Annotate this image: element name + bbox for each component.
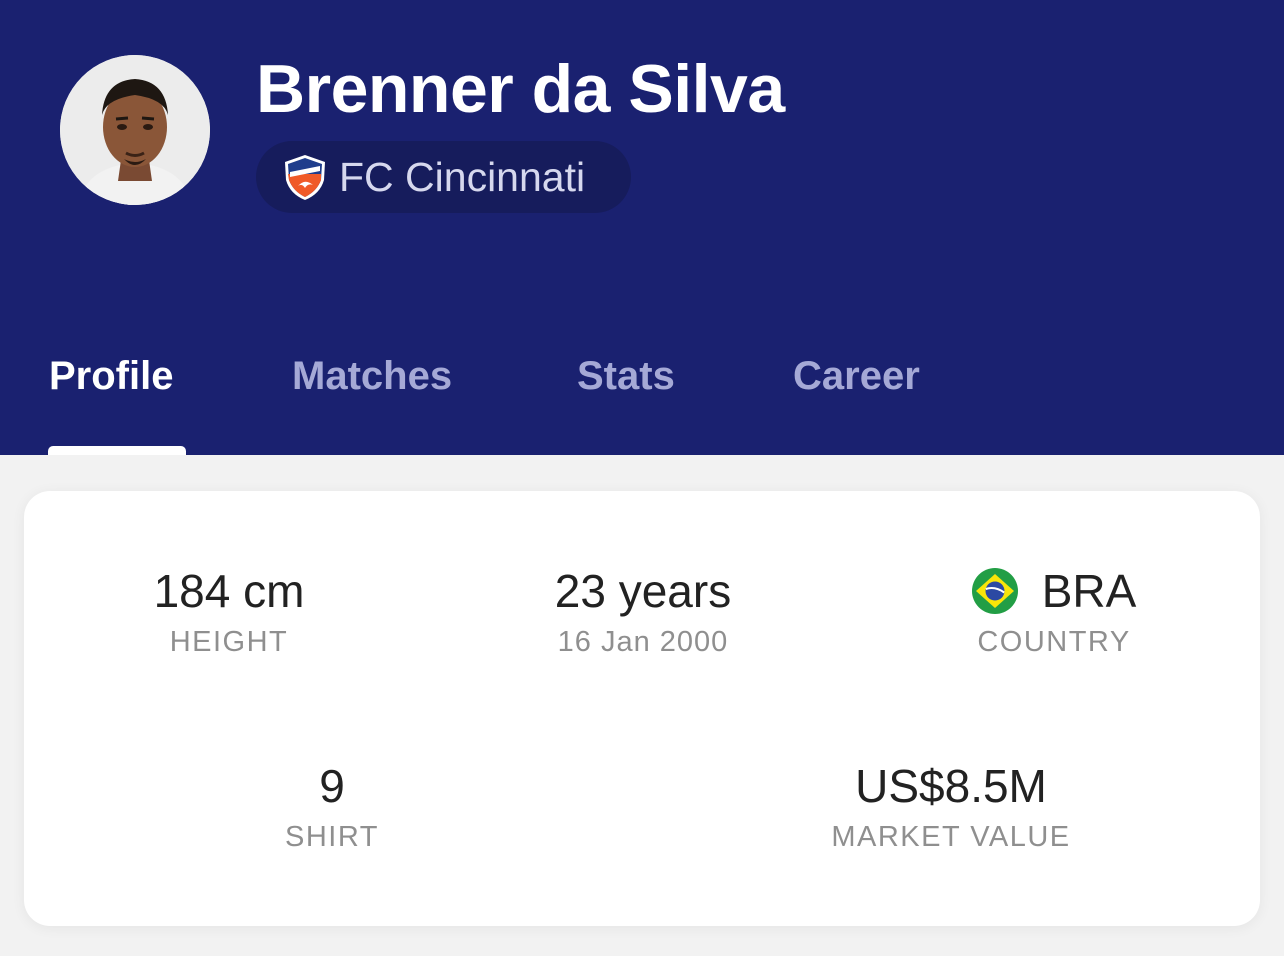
player-avatar (60, 55, 210, 205)
player-photo-icon (60, 55, 210, 205)
stat-height: 184 cm HEIGHT (99, 563, 359, 659)
profile-info-card: 184 cm HEIGHT 23 years 16 Jan 2000 BRA C… (24, 491, 1260, 926)
birth-date: 16 Jan 2000 (557, 626, 729, 658)
shirt-value: 9 (319, 760, 345, 812)
stat-age: 23 years 16 Jan 2000 (493, 563, 793, 659)
tab-career[interactable]: Career (793, 354, 920, 399)
brazil-flag-icon (971, 568, 1018, 614)
height-value: 184 cm (153, 565, 305, 617)
stat-country: BRA COUNTRY (924, 563, 1184, 659)
country-value: BRA (924, 563, 1184, 619)
stat-shirt: 9 SHIRT (252, 758, 412, 854)
tab-stats[interactable]: Stats (577, 354, 675, 399)
player-header: Brenner da Silva FC Cincinnati Profile M… (0, 0, 1284, 455)
country-code: BRA (1041, 565, 1137, 617)
age-value: 23 years (554, 565, 732, 617)
team-name: FC Cincinnati (339, 153, 586, 200)
fc-cincinnati-crest-icon (285, 155, 325, 200)
tab-matches[interactable]: Matches (292, 354, 452, 399)
player-name: Brenner da Silva (256, 51, 785, 127)
shirt-label: SHIRT (285, 821, 379, 853)
market-value: US$8.5M (855, 760, 1047, 812)
team-chip[interactable]: FC Cincinnati (256, 141, 631, 213)
stat-market-value: US$8.5M MARKET VALUE (801, 758, 1101, 854)
active-tab-indicator (48, 446, 186, 455)
market-value-label: MARKET VALUE (831, 821, 1071, 853)
height-label: HEIGHT (169, 626, 289, 658)
country-label: COUNTRY (977, 626, 1131, 658)
tab-bar: Profile Matches Stats Career (0, 340, 1284, 455)
tab-profile[interactable]: Profile (49, 354, 173, 399)
